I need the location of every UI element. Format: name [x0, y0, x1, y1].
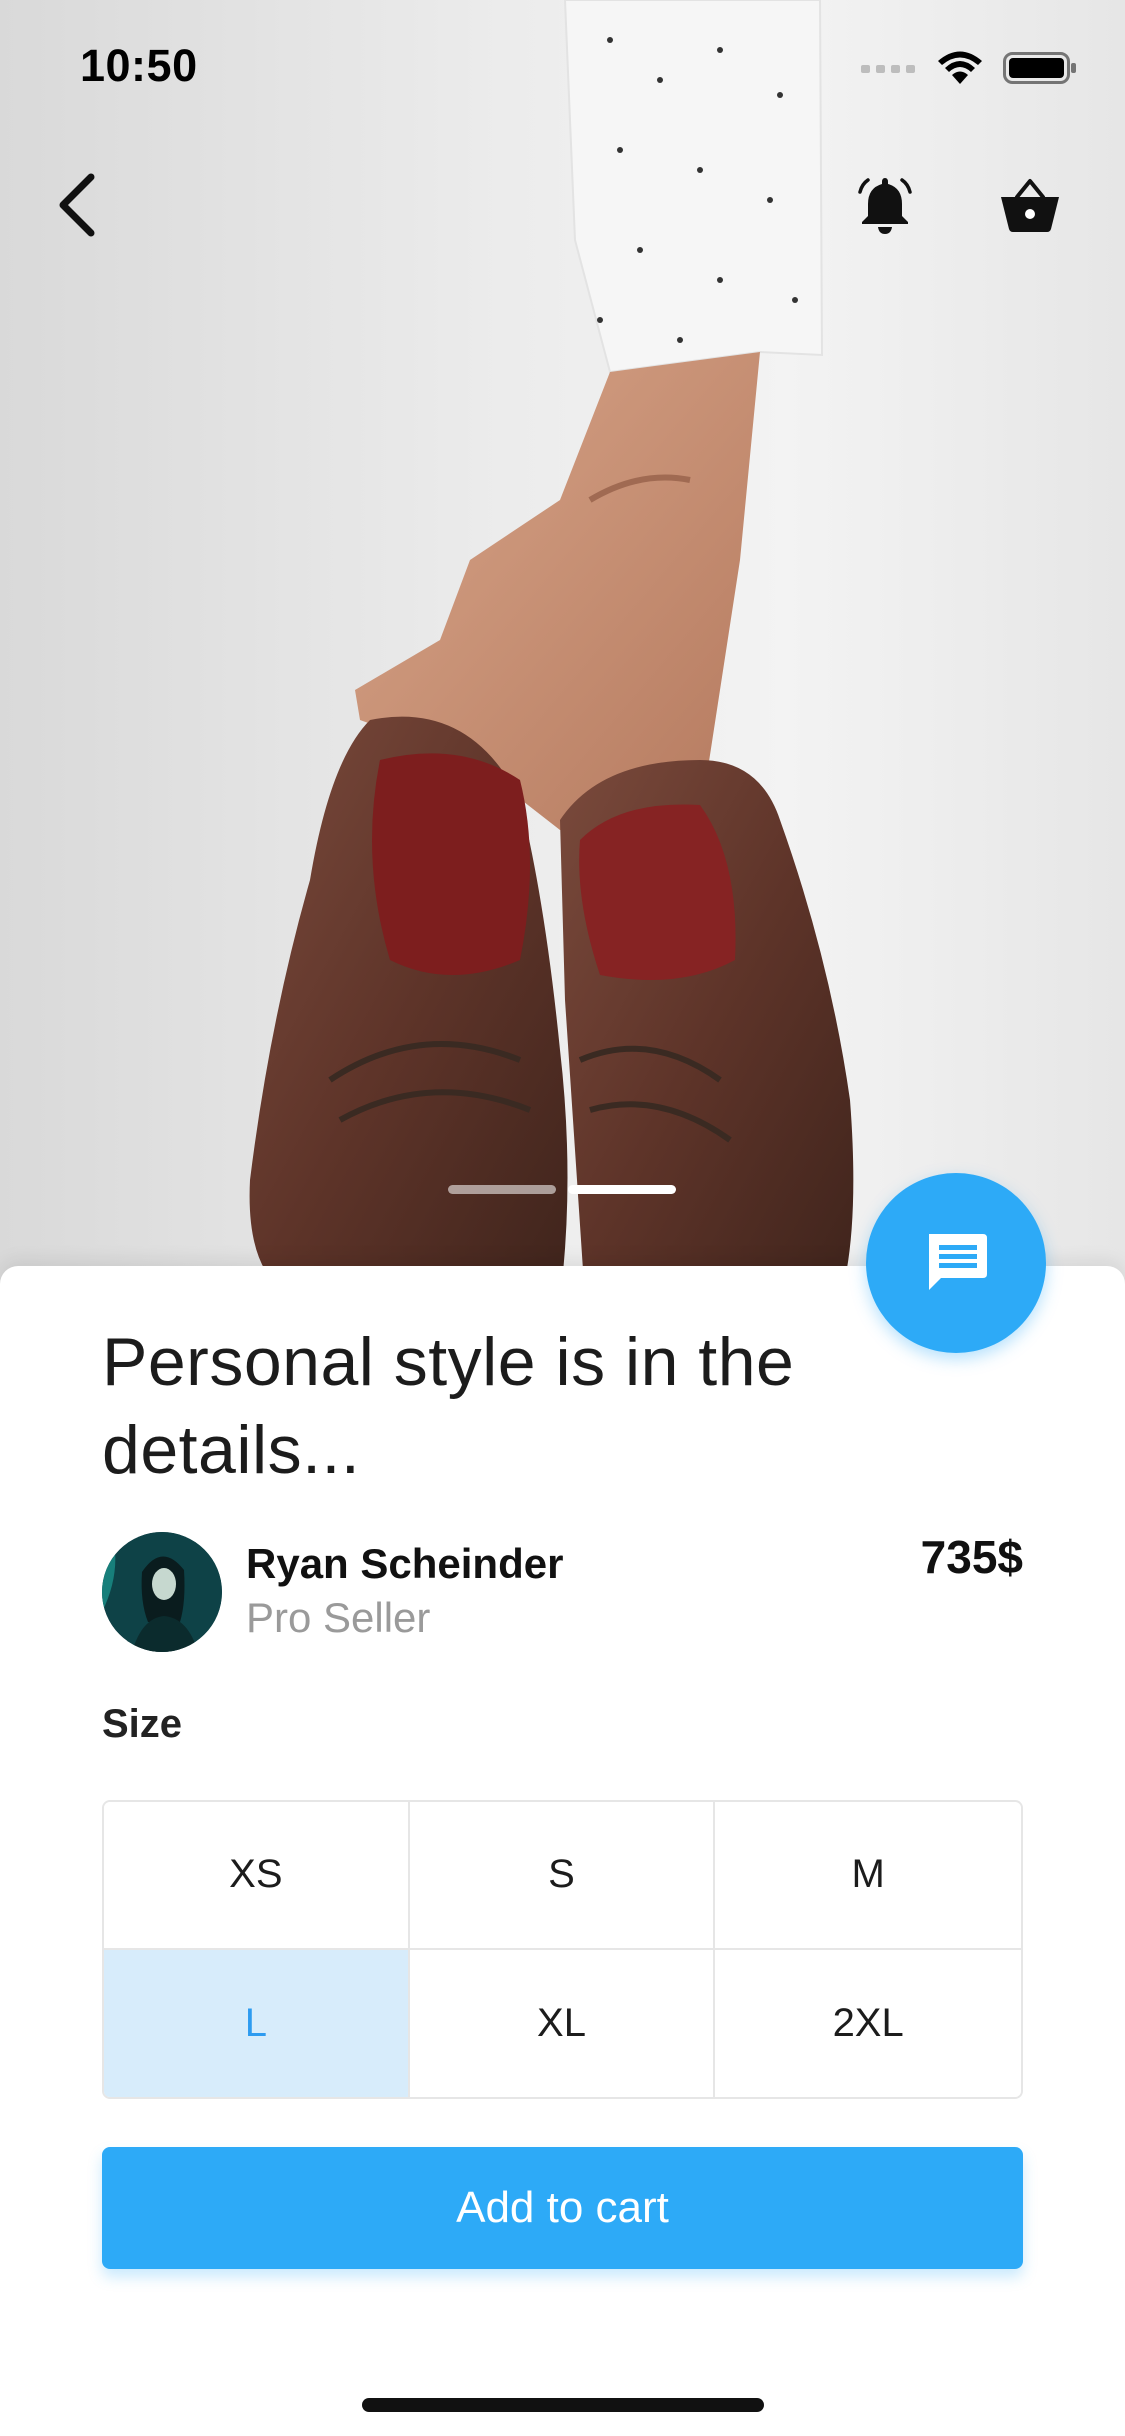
seller-role: Pro Seller [246, 1594, 431, 1641]
seller-name[interactable]: Ryan Scheinder [246, 1540, 563, 1588]
size-selector: XS S M L XL 2XL [102, 1800, 1023, 2099]
size-option-s[interactable]: S [409, 1802, 716, 1950]
cellular-signal-icon [861, 65, 915, 73]
basket-icon [1001, 179, 1059, 232]
seller-avatar[interactable] [102, 1532, 222, 1652]
battery-icon [1003, 52, 1076, 84]
product-title: Personal style is in the details... [102, 1324, 795, 1488]
image-carousel-indicator [448, 1185, 676, 1194]
shoes-illustration [249, 0, 854, 1300]
chat-button[interactable] [866, 1173, 1046, 1353]
status-bar: 10:50 [0, 0, 1125, 135]
chat-icon [929, 1234, 987, 1290]
chevron-left-icon [59, 173, 95, 237]
size-option-2xl[interactable]: 2XL [715, 1949, 1021, 2097]
size-option-xl[interactable]: XL [409, 1949, 716, 2097]
size-option-xs[interactable]: XS [104, 1802, 410, 1950]
size-option-m[interactable]: M [715, 1802, 1021, 1950]
avatar-photo [102, 1532, 222, 1652]
home-indicator[interactable] [362, 2398, 764, 2412]
status-icons [861, 48, 1077, 88]
size-label: Size [102, 1702, 183, 1746]
carousel-dot[interactable] [448, 1185, 556, 1194]
cart-button[interactable] [985, 160, 1075, 250]
back-button[interactable] [32, 160, 122, 250]
size-option-l[interactable]: L [104, 1949, 410, 2097]
carousel-dot-active[interactable] [568, 1185, 676, 1194]
wifi-icon [938, 51, 982, 84]
notifications-button[interactable] [840, 160, 930, 250]
status-time: 10:50 [80, 40, 198, 91]
bell-icon [858, 178, 912, 234]
add-to-cart-button[interactable]: Add to cart [102, 2147, 1023, 2269]
product-photo[interactable] [0, 0, 1125, 1300]
product-price: 735$ [920, 1531, 1023, 1583]
